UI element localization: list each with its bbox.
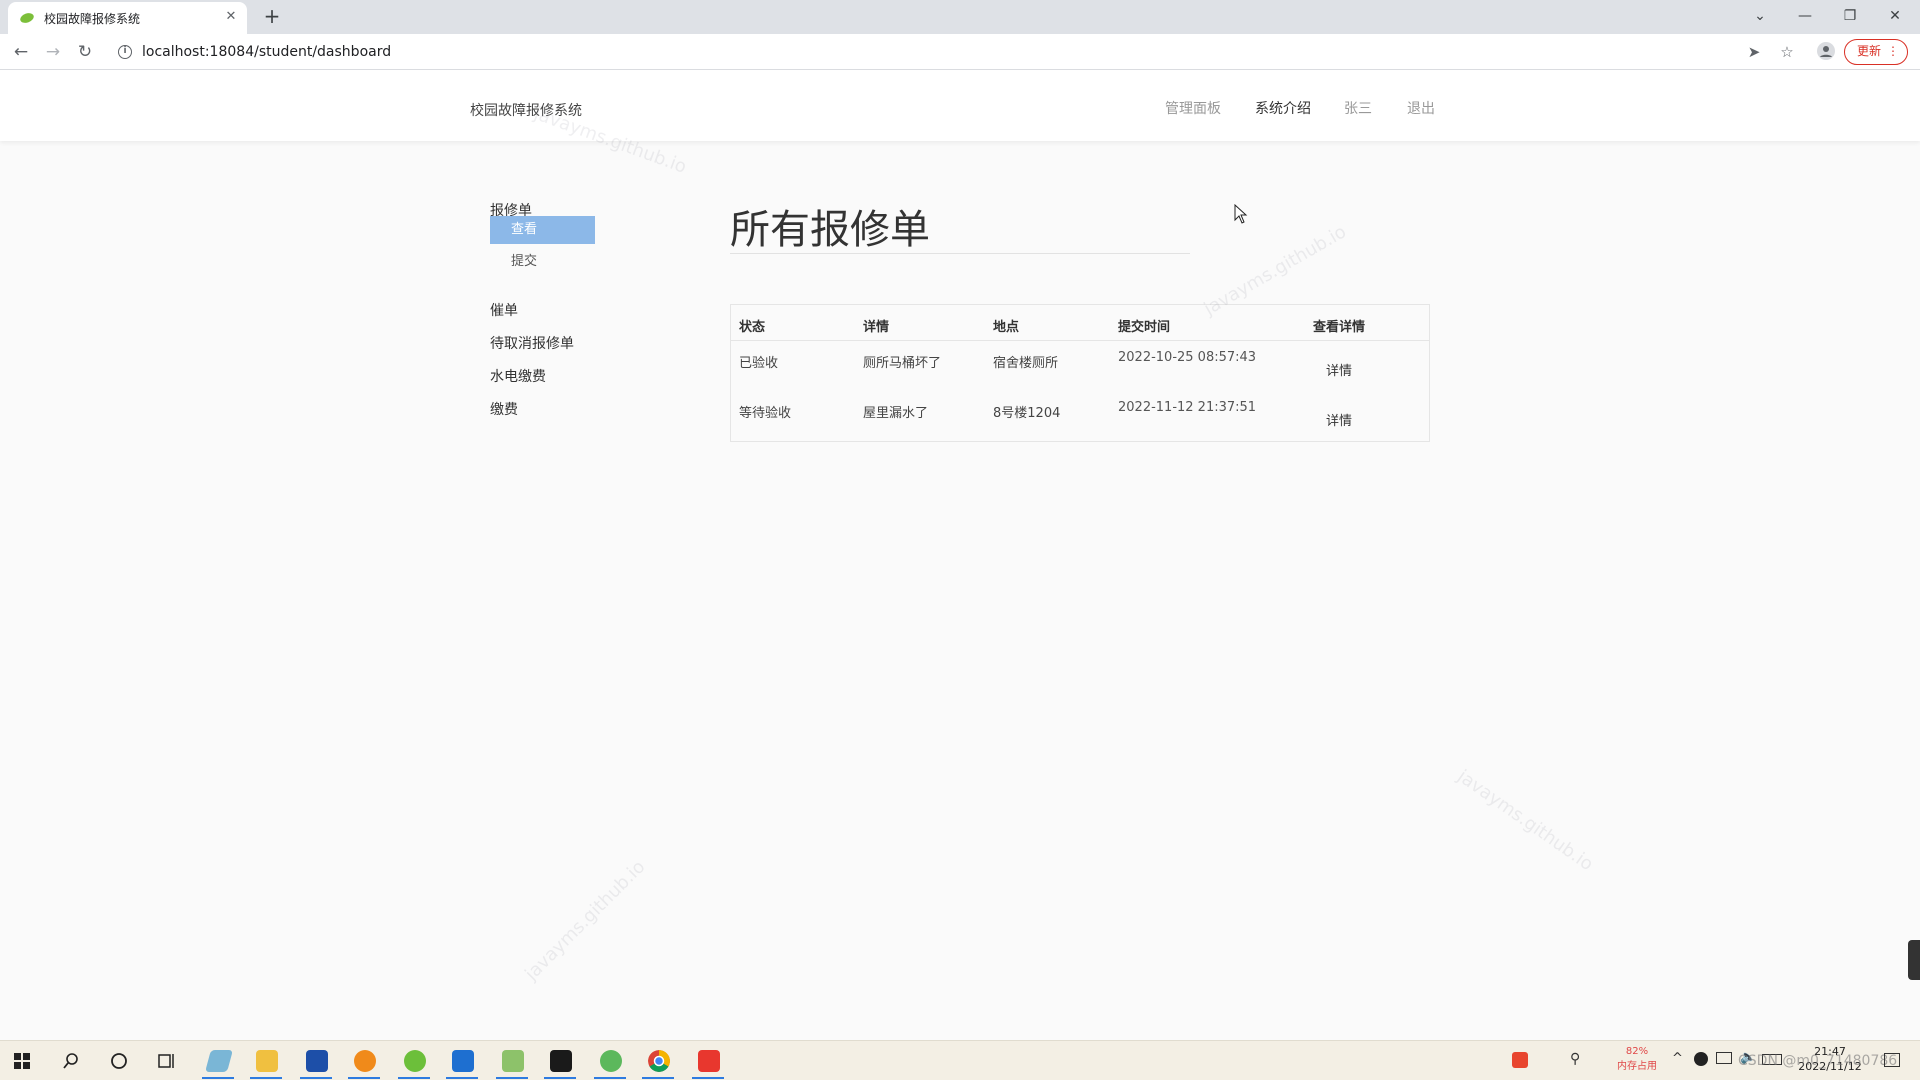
sidebar-item-pay[interactable]: 缴费 [490,399,518,419]
tray-expand-icon[interactable]: ^ [1672,1051,1683,1066]
cell-detail: 屋里漏水了 [863,406,929,421]
taskbar-app-meeting[interactable] [298,1047,334,1079]
notification-center-icon[interactable] [1884,1053,1900,1067]
nav-admin-panel[interactable]: 管理面板 [1165,98,1221,118]
column-header-detail: 详情 [863,320,890,335]
column-header-view-detail: 查看详情 [1313,320,1366,335]
memory-indicator[interactable]: 82% 内存占用 [1610,1044,1664,1074]
page-content: 校园故障报修系统 管理面板 系统介绍 张三 退出 报修单 查看 提交 催单 待取… [0,70,1920,1040]
taskbar-app-search-tool[interactable] [346,1047,382,1079]
browser-toolbar: ← → ↻ i localhost:18084/student/dashboar… [0,34,1920,70]
tab-title: 校园故障报修系统 [44,12,141,26]
site-header: 校园故障报修系统 管理面板 系统介绍 张三 退出 [0,70,1920,141]
column-header-location: 地点 [993,320,1020,335]
table-row: 等待验收 屋里漏水了 8号楼1204 2022-11-12 21:37:51 详… [731,392,1429,442]
memory-label: 内存占用 [1617,1061,1657,1072]
side-panel-handle[interactable] [1908,940,1920,980]
bookmark-star-icon[interactable]: ☆ [1777,42,1797,62]
sidebar-item-urge[interactable]: 催单 [490,300,518,320]
cell-status: 已验收 [739,356,779,371]
tray-network-icon[interactable] [1716,1052,1732,1064]
search-icon[interactable] [62,1052,80,1070]
task-view-icon[interactable] [158,1052,176,1070]
page-title: 所有报修单 [730,207,930,253]
column-header-time: 提交时间 [1118,320,1171,335]
tab-search-icon[interactable]: ⌄ [1745,5,1775,27]
watermark: javayms.github.io [521,856,650,985]
cell-location: 8号楼1204 [993,406,1061,421]
taskbar-app-terminal[interactable] [542,1047,578,1079]
cell-time: 2022-10-25 08:57:43 [1118,350,1257,365]
address-bar[interactable]: i localhost:18084/student/dashboard [110,38,1790,66]
detail-link[interactable]: 详情 [1326,410,1352,429]
table-row: 已验收 厕所马桶坏了 宿舍楼厕所 2022-10-25 08:57:43 详情 [731,342,1429,392]
forward-icon[interactable]: → [41,40,65,64]
browser-tab-strip: 校园故障报修系统 ✕ + ⌄ — ❐ ✕ [0,0,1920,34]
menu-dots-icon: ⋮ [1887,44,1899,58]
sidebar-item-submit[interactable]: 提交 [490,248,595,276]
taskbar-app-notepad[interactable] [494,1047,530,1079]
title-divider [730,253,1190,254]
update-label: 更新 [1857,44,1882,58]
table-header: 状态 详情 地点 提交时间 查看详情 [731,305,1429,341]
sidebar-item-pending-cancel[interactable]: 待取消报修单 [490,333,574,353]
nav-user-name[interactable]: 张三 [1344,98,1372,118]
windows-start-icon[interactable] [14,1053,30,1069]
detail-link[interactable]: 详情 [1326,360,1352,379]
column-header-status: 状态 [739,320,766,335]
taskbar-app-spring[interactable] [592,1047,628,1079]
tab-close-icon[interactable]: ✕ [223,9,239,25]
restore-button[interactable]: ❐ [1835,5,1865,27]
cell-time: 2022-11-12 21:37:51 [1118,400,1257,415]
url-text[interactable]: localhost:18084/student/dashboard [142,44,391,60]
taskbar-app-chrome[interactable] [640,1047,676,1079]
tray-person-icon[interactable]: ⚲ [1570,1051,1580,1067]
taskbar-app-green-leaf[interactable] [396,1047,432,1079]
reload-icon[interactable]: ↻ [73,40,97,64]
close-window-button[interactable]: ✕ [1880,5,1910,27]
memory-percent: 82% [1625,1046,1649,1057]
cell-location: 宿舍楼厕所 [993,356,1059,371]
cell-detail: 厕所马桶坏了 [863,356,942,371]
cortana-icon[interactable] [110,1052,128,1070]
send-icon[interactable]: ➤ [1744,42,1764,62]
tray-sogou-icon[interactable] [1512,1052,1528,1068]
taskbar-app-explorer[interactable] [248,1047,284,1079]
update-button[interactable]: 更新 ⋮ [1844,39,1908,65]
minimize-button[interactable]: — [1790,5,1820,27]
sidebar-item-view[interactable]: 查看 [490,216,595,244]
leaf-favicon-icon [20,13,34,23]
back-icon[interactable]: ← [9,40,33,64]
sidebar-item-utilities[interactable]: 水电缴费 [490,366,546,386]
profile-avatar-icon[interactable] [1816,42,1836,62]
browser-tab[interactable]: 校园故障报修系统 ✕ [8,2,247,34]
mouse-cursor-icon [1234,204,1248,224]
repair-orders-table: 状态 详情 地点 提交时间 查看详情 已验收 厕所马桶坏了 宿舍楼厕所 2022… [730,304,1430,442]
taskbar-app-video[interactable] [444,1047,480,1079]
csdn-watermark: CSDN @m0_71480786 [1738,1053,1898,1069]
taskbar: ⚲ 82% 内存占用 ^ 🔈 21:47 2022/11/12 CSDN @m0… [0,1040,1920,1080]
cell-status: 等待验收 [739,406,792,421]
nav-logout[interactable]: 退出 [1407,98,1435,118]
new-tab-button[interactable]: + [260,5,284,29]
taskbar-app-wps[interactable] [690,1047,726,1079]
site-info-icon[interactable]: i [118,45,132,59]
taskbar-app-notes[interactable] [200,1047,236,1079]
watermark: javayms.github.io [1453,765,1597,876]
tray-qq-icon[interactable] [1694,1052,1708,1066]
nav-system-intro[interactable]: 系统介绍 [1255,98,1311,118]
